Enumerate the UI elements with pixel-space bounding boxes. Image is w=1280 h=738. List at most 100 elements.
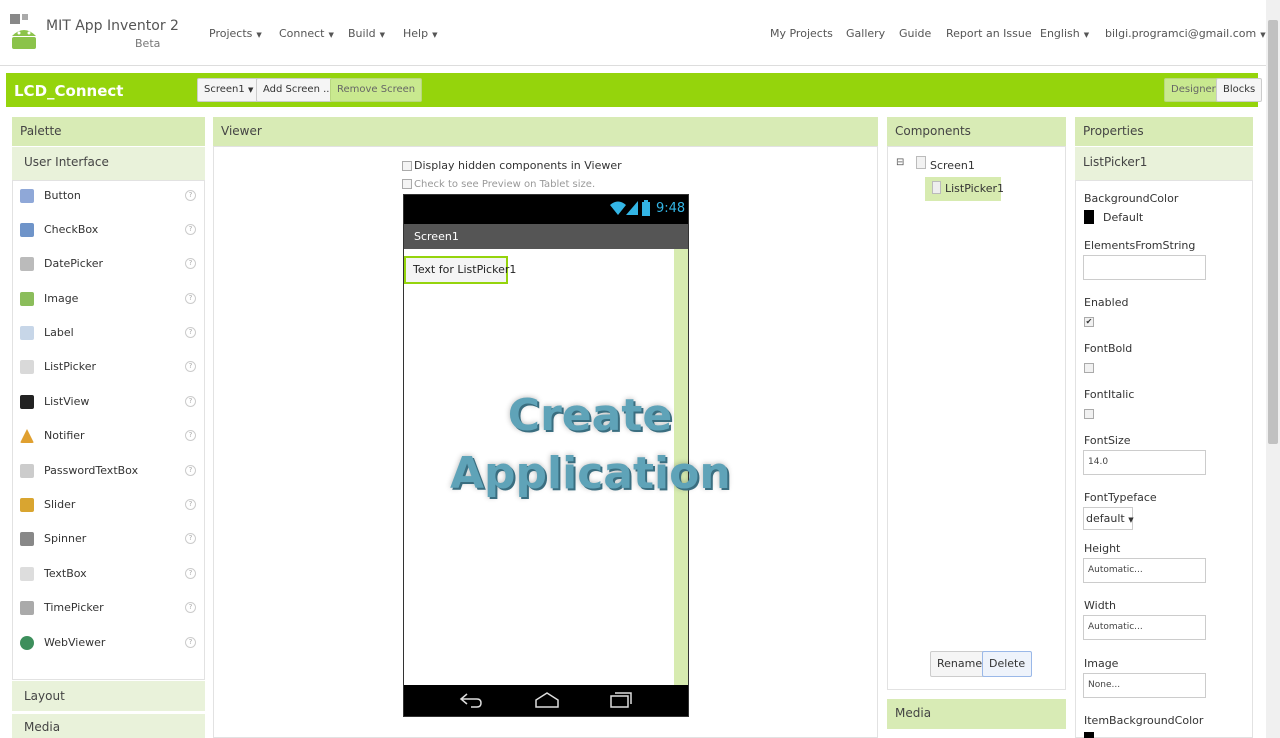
palette-section-user-interface[interactable]: User Interface <box>12 147 205 180</box>
tablet-preview-label: Check to see Preview on Tablet size. <box>414 179 596 190</box>
menu-help[interactable]: Help ▼ <box>403 27 437 40</box>
screen-icon <box>916 156 926 169</box>
page-scrollbar-thumb[interactable] <box>1268 20 1278 444</box>
help-icon[interactable]: ? <box>185 499 196 510</box>
prop-elements-input[interactable] <box>1083 255 1206 280</box>
project-name: LCD_Connect <box>14 82 124 100</box>
palette-item-datepicker[interactable]: DatePicker? <box>14 248 204 282</box>
prop-enabled-checkbox[interactable]: ✔ <box>1084 317 1094 327</box>
tablet-preview-checkbox[interactable] <box>402 179 412 189</box>
color-swatch[interactable] <box>1084 732 1094 738</box>
phone-nav-bar <box>404 685 688 716</box>
prop-fontbold-checkbox[interactable] <box>1084 363 1094 373</box>
add-screen-button[interactable]: Add Screen ... <box>256 78 340 102</box>
help-icon[interactable]: ? <box>185 465 196 476</box>
help-icon[interactable]: ? <box>185 602 196 613</box>
tree-item-listpicker1[interactable]: ListPicker1 <box>945 182 1004 195</box>
prop-backgroundcolor-value[interactable]: Default <box>1103 211 1143 224</box>
help-icon[interactable]: ? <box>185 258 196 269</box>
color-swatch[interactable] <box>1084 210 1094 224</box>
help-icon[interactable]: ? <box>185 568 196 579</box>
menu-projects[interactable]: Projects ▼ <box>209 27 262 40</box>
label-icon <box>20 326 34 340</box>
palette-item-listpicker[interactable]: ListPicker? <box>14 351 204 385</box>
show-hidden-option[interactable]: Display hidden components in Viewer <box>402 159 622 172</box>
designer-button[interactable]: Designer <box>1164 78 1223 102</box>
show-hidden-checkbox[interactable] <box>402 161 412 171</box>
listpicker1-component[interactable]: Text for ListPicker1 <box>404 256 516 284</box>
warning-icon <box>20 429 34 443</box>
prop-width-input[interactable]: Automatic... <box>1083 615 1206 640</box>
menu-account[interactable]: bilgi.programci@gmail.com ▼ <box>1105 27 1266 40</box>
palette-item-webviewer[interactable]: WebViewer? <box>14 627 204 661</box>
palette-item-spinner[interactable]: Spinner? <box>14 523 204 557</box>
blocks-button[interactable]: Blocks <box>1216 78 1263 102</box>
palette-section-layout[interactable]: Layout <box>12 681 205 711</box>
palette-section-media[interactable]: Media <box>12 714 205 738</box>
help-icon[interactable]: ? <box>185 190 196 201</box>
help-icon[interactable]: ? <box>185 637 196 648</box>
remove-screen-button[interactable]: Remove Screen <box>330 78 423 102</box>
menu-connect[interactable]: Connect ▼ <box>279 27 334 40</box>
wifi-icon <box>610 201 626 215</box>
prop-fonttypeface-select[interactable]: default ▼ <box>1083 507 1134 530</box>
top-bar: MIT App Inventor 2 Beta Projects ▼ Connec… <box>0 0 1266 66</box>
palette-item-label[interactable]: Label? <box>14 317 204 351</box>
link-my-projects[interactable]: My Projects <box>770 27 833 40</box>
menu-build[interactable]: Build ▼ <box>348 27 385 40</box>
delete-button[interactable]: Delete <box>982 651 1033 677</box>
tablet-preview-option[interactable]: Check to see Preview on Tablet size. <box>402 179 595 190</box>
app-inventor-logo-icon[interactable] <box>8 12 40 52</box>
palette-item-slider[interactable]: Slider? <box>14 489 204 523</box>
rename-button[interactable]: Rename <box>930 651 990 677</box>
prop-height-input[interactable]: Automatic... <box>1083 558 1206 583</box>
menu-build-label: Build <box>348 27 376 40</box>
palette-item-notifier[interactable]: Notifier? <box>14 420 204 454</box>
link-report-issue[interactable]: Report an Issue <box>946 27 1032 40</box>
palette-item-label: TextBox <box>44 567 87 580</box>
prop-image-input[interactable]: None... <box>1083 673 1206 698</box>
palette-item-textbox[interactable]: TextBox? <box>14 558 204 592</box>
collapse-icon[interactable]: ⊟ <box>896 157 904 168</box>
media-header: Media <box>887 699 1066 729</box>
help-icon[interactable]: ? <box>185 396 196 407</box>
link-gallery[interactable]: Gallery <box>846 27 885 40</box>
palette-item-label: Spinner <box>44 532 87 545</box>
listpicker-icon <box>932 181 941 194</box>
palette-item-listview[interactable]: ListView? <box>14 386 204 420</box>
help-icon[interactable]: ? <box>185 327 196 338</box>
palette-item-label: PasswordTextBox <box>44 464 139 477</box>
button-icon <box>20 189 34 203</box>
help-icon[interactable]: ? <box>185 361 196 372</box>
palette-item-timepicker[interactable]: TimePicker? <box>14 592 204 626</box>
screen-select-button[interactable]: Screen1 ▼ <box>197 78 261 102</box>
properties-component-name: ListPicker1 <box>1075 147 1253 180</box>
tree-item-screen1[interactable]: Screen1 <box>930 159 975 172</box>
menu-language-label: English <box>1040 27 1080 40</box>
caret-down-icon: ▼ <box>1083 31 1090 39</box>
link-guide[interactable]: Guide <box>899 27 931 40</box>
menu-language[interactable]: English ▼ <box>1040 27 1089 40</box>
palette-item-button[interactable]: Button? <box>14 180 204 214</box>
palette-item-passwordtextbox[interactable]: PasswordTextBox? <box>14 455 204 489</box>
brand-title: MIT App Inventor 2 <box>46 18 179 34</box>
palette-item-label: Notifier <box>44 429 85 442</box>
palette-item-image[interactable]: Image? <box>14 283 204 317</box>
palette-item-label: Image <box>44 292 79 305</box>
palette-item-label: Label <box>44 326 74 339</box>
prop-fontsize-input[interactable]: 14.0 <box>1083 450 1206 475</box>
help-icon[interactable]: ? <box>185 430 196 441</box>
palette-item-label: ListView <box>44 395 90 408</box>
palette-item-label: Button <box>44 189 81 202</box>
help-icon[interactable]: ? <box>185 293 196 304</box>
palette-header: Palette <box>12 117 205 146</box>
palette-item-checkbox[interactable]: CheckBox? <box>14 214 204 248</box>
prop-enabled-label: Enabled <box>1084 296 1129 309</box>
prop-fontbold-label: FontBold <box>1084 342 1133 355</box>
help-icon[interactable]: ? <box>185 224 196 235</box>
prop-itembackgroundcolor-label: ItemBackgroundColor <box>1084 714 1204 727</box>
help-icon[interactable]: ? <box>185 533 196 544</box>
checkbox-icon <box>20 223 34 237</box>
prop-fontitalic-checkbox[interactable] <box>1084 409 1094 419</box>
components-tree <box>887 146 1066 690</box>
